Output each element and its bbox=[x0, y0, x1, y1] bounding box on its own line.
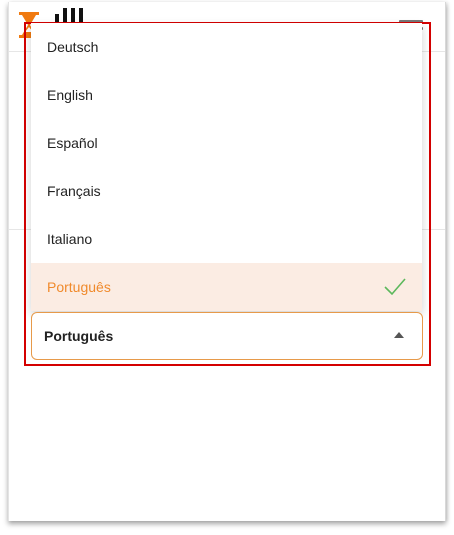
language-select[interactable]: Português bbox=[31, 312, 423, 360]
language-option-italiano[interactable]: Italiano bbox=[31, 215, 422, 263]
check-icon bbox=[384, 278, 406, 296]
language-option-deutsch[interactable]: Deutsch bbox=[31, 23, 422, 71]
language-option-portugues[interactable]: Português bbox=[31, 263, 422, 311]
language-option-label: Português bbox=[47, 279, 111, 295]
language-option-francais[interactable]: Français bbox=[31, 167, 422, 215]
language-dropdown-menu: Deutsch English Español Français Italian… bbox=[31, 23, 422, 311]
language-option-espanol[interactable]: Español bbox=[31, 119, 422, 167]
caret-up-icon bbox=[394, 332, 404, 338]
language-select-value: Português bbox=[44, 328, 114, 344]
language-option-english[interactable]: English bbox=[31, 71, 422, 119]
